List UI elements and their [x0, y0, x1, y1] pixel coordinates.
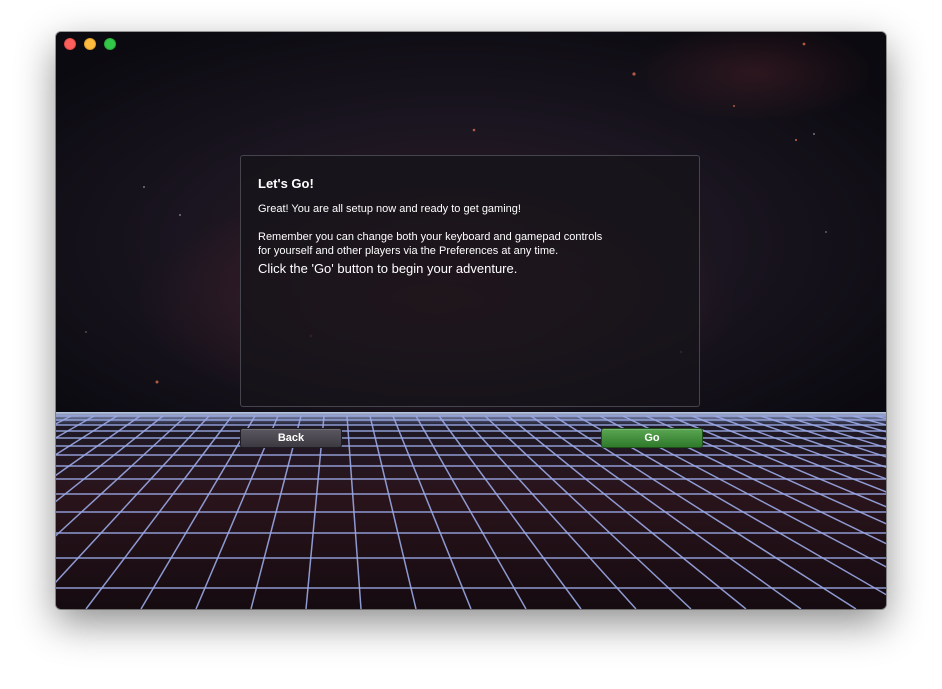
panel-spacer [258, 216, 682, 230]
panel-message: Great! You are all setup now and ready t… [258, 203, 521, 215]
go-button[interactable]: Go [601, 428, 703, 448]
zoom-button[interactable] [104, 38, 116, 50]
setup-complete-panel: Let's Go! Great! You are all setup now a… [240, 155, 700, 407]
minimize-button[interactable] [84, 38, 96, 50]
panel-call-to-action: Click the 'Go' button to begin your adve… [258, 261, 518, 276]
panel-reminder-line-2: for yourself and other players via the P… [258, 245, 559, 257]
close-button[interactable] [64, 38, 76, 50]
back-button[interactable]: Back [240, 428, 342, 448]
panel-reminder-line-1: Remember you can change both your keyboa… [258, 231, 603, 243]
app-window: Let's Go! Great! You are all setup now a… [56, 32, 886, 609]
panel-title: Let's Go! [258, 176, 314, 191]
